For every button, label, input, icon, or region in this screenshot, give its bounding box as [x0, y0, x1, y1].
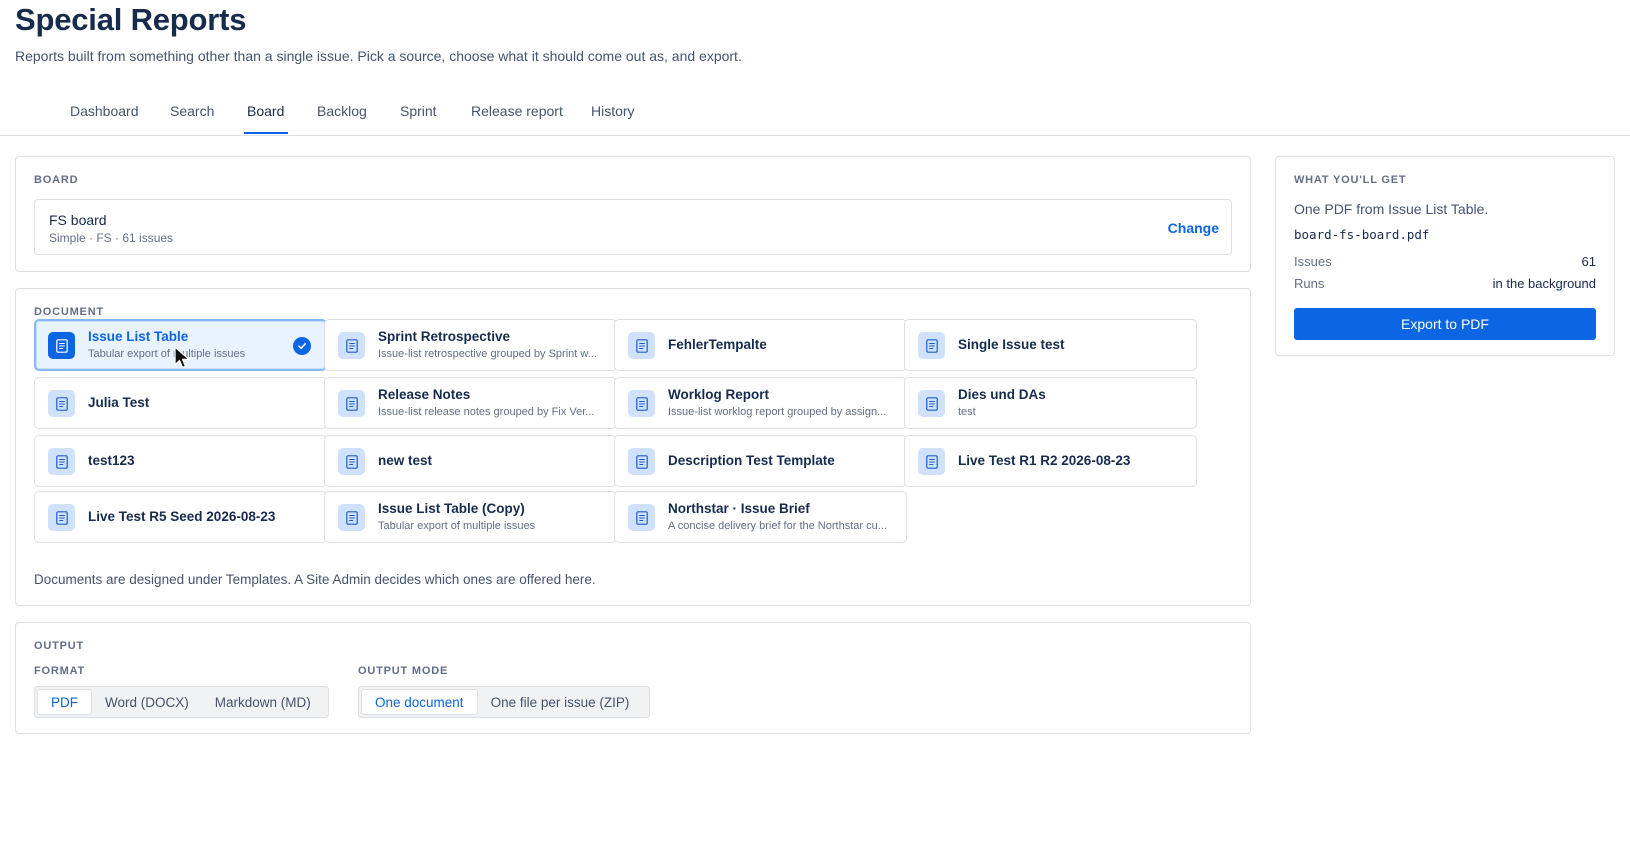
document-icon [48, 448, 75, 475]
document-option[interactable]: Live Test R5 Seed 2026-08-23 [34, 491, 327, 543]
tab-sprint[interactable]: Sprint [400, 103, 437, 132]
document-icon [918, 448, 945, 475]
board-name: FS board [49, 212, 107, 228]
document-option[interactable]: test123 [34, 435, 327, 487]
output-section: OUTPUT FORMAT PDF Word (DOCX) Markdown (… [15, 622, 1251, 734]
tab-release-report[interactable]: Release report [471, 103, 563, 132]
document-option[interactable]: Dies und DAs test [904, 377, 1197, 429]
summary-section-label: WHAT YOU'LL GET [1294, 174, 1407, 186]
document-option[interactable]: Sprint Retrospective Issue-list retrospec… [324, 319, 617, 371]
document-icon [628, 448, 655, 475]
tab-board[interactable]: Board [244, 103, 289, 134]
document-title: Issue List Table (Copy) [378, 501, 525, 516]
document-title: Release Notes [378, 387, 471, 402]
summary-panel: WHAT YOU'LL GET One PDF from Issue List … [1275, 156, 1615, 356]
document-subtitle: Tabular export of multiple issues [88, 348, 246, 360]
document-icon [628, 390, 655, 417]
document-title: FehlerTempalte [668, 337, 767, 352]
document-title: Dies und DAs [958, 387, 1046, 402]
format-md-option[interactable]: Markdown (MD) [202, 689, 324, 715]
output-section-label: OUTPUT [34, 640, 85, 652]
format-label: FORMAT [34, 665, 86, 677]
document-icon [628, 504, 655, 531]
document-option[interactable]: new test [324, 435, 617, 487]
issues-label: Issues [1294, 254, 1332, 269]
document-option[interactable]: Issue List Table (Copy) Tabular export of… [324, 491, 617, 543]
selected-check-icon [293, 337, 311, 355]
tab-backlog[interactable]: Backlog [317, 103, 367, 132]
document-icon [48, 390, 75, 417]
document-icon [48, 332, 75, 359]
document-option[interactable]: Julia Test [34, 377, 327, 429]
document-title: Northstar · Issue Brief [668, 501, 810, 516]
tab-search[interactable]: Search [170, 103, 214, 132]
document-section: DOCUMENT Issue List Table Tabular export … [15, 288, 1251, 606]
board-meta: Simple · FS · 61 issues [49, 231, 174, 245]
document-option[interactable]: Northstar · Issue Brief A concise deliver… [614, 491, 907, 543]
document-title: Sprint Retrospective [378, 329, 511, 344]
document-title: Julia Test [88, 395, 150, 410]
summary-filename: board-fs-board.pdf [1294, 227, 1430, 242]
document-title: test123 [88, 453, 135, 468]
document-icon [338, 332, 365, 359]
page-title: Special Reports [15, 2, 247, 37]
document-option[interactable]: Single Issue test [904, 319, 1197, 371]
document-subtitle: test [958, 406, 976, 418]
summary-description: One PDF from Issue List Table. [1294, 201, 1489, 217]
document-option[interactable]: FehlerTempalte [614, 319, 907, 371]
mode-one-document-option[interactable]: One document [361, 689, 478, 715]
document-icon [628, 332, 655, 359]
document-subtitle: Issue-list retrospective grouped by Spri… [378, 348, 597, 360]
document-option[interactable]: Description Test Template [614, 435, 907, 487]
board-selector: FS board Simple · FS · 61 issues Change [34, 199, 1232, 255]
document-option[interactable]: Live Test R1 R2 2026-08-23 [904, 435, 1197, 487]
runs-value: in the background [1492, 276, 1596, 291]
mode-zip-option[interactable]: One file per issue (ZIP) [478, 689, 643, 715]
document-title: Live Test R1 R2 2026-08-23 [958, 453, 1131, 468]
issues-value: 61 [1581, 254, 1596, 269]
format-pdf-option[interactable]: PDF [37, 689, 92, 715]
document-title: Worklog Report [668, 387, 769, 402]
document-icon [918, 390, 945, 417]
tab-bar: Dashboard Search Board Backlog Sprint Re… [0, 90, 1630, 136]
format-docx-option[interactable]: Word (DOCX) [92, 689, 202, 715]
document-subtitle: Issue-list release notes grouped by Fix … [378, 406, 595, 418]
tab-dashboard[interactable]: Dashboard [70, 103, 139, 132]
format-segmented-control: PDF Word (DOCX) Markdown (MD) [34, 686, 329, 718]
document-subtitle: Tabular export of multiple issues [378, 520, 536, 532]
change-board-button[interactable]: Change [1168, 220, 1219, 236]
document-title: Description Test Template [668, 453, 835, 468]
document-subtitle: A concise delivery brief for the Northst… [668, 520, 887, 532]
document-section-label: DOCUMENT [34, 306, 104, 318]
document-icon [918, 332, 945, 359]
output-mode-label: OUTPUT MODE [358, 665, 449, 677]
document-icon [338, 448, 365, 475]
document-icon [338, 390, 365, 417]
export-button[interactable]: Export to PDF [1294, 308, 1596, 340]
document-title: Issue List Table [88, 329, 189, 344]
output-mode-segmented-control: One document One file per issue (ZIP) [358, 686, 650, 718]
board-section-label: BOARD [34, 174, 79, 186]
page-subtitle: Reports built from something other than … [15, 48, 742, 64]
board-section: BOARD FS board Simple · FS · 61 issues C… [15, 156, 1251, 272]
document-icon [338, 504, 365, 531]
mouse-cursor-icon [174, 346, 190, 369]
document-option[interactable]: Release Notes Issue-list release notes gr… [324, 377, 617, 429]
document-option[interactable]: Worklog Report Issue-list worklog report … [614, 377, 907, 429]
tab-history[interactable]: History [591, 103, 635, 132]
document-icon [48, 504, 75, 531]
document-footnote: Documents are designed under Templates. … [34, 572, 596, 587]
document-title: Single Issue test [958, 337, 1065, 352]
document-title: Live Test R5 Seed 2026-08-23 [88, 509, 276, 524]
document-title: new test [378, 453, 433, 468]
document-subtitle: Issue-list worklog report grouped by ass… [668, 406, 887, 418]
runs-label: Runs [1294, 276, 1325, 291]
